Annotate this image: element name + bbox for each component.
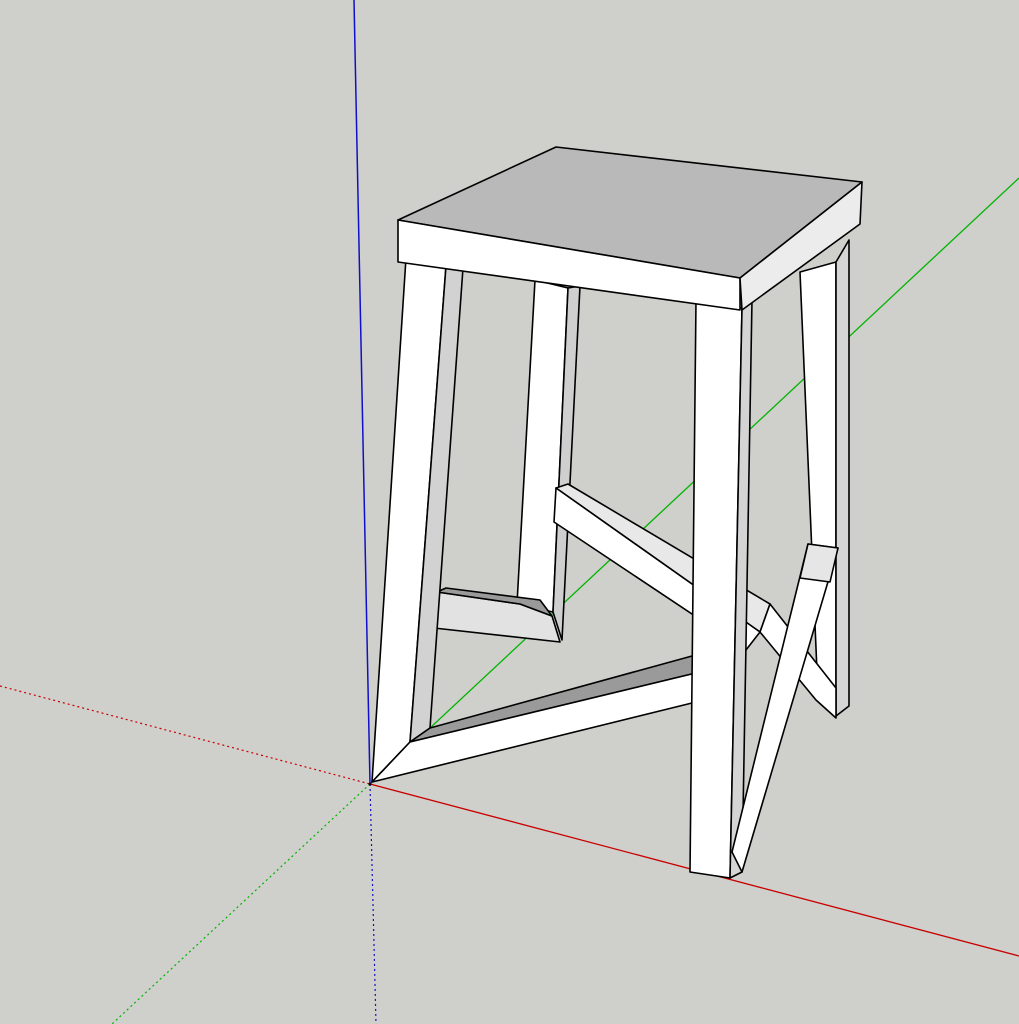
- seat[interactable]: [397, 146, 863, 311]
- blue-axis-negative: [369, 783, 377, 1024]
- 3d-scene[interactable]: [0, 0, 1019, 1024]
- modeling-viewport[interactable]: [0, 0, 1019, 1024]
- leg-front-right[interactable]: [689, 299, 753, 879]
- blue-axis: [353, 0, 371, 785]
- leg-back-left[interactable]: [516, 279, 581, 641]
- origin-point: [368, 782, 372, 786]
- red-axis-negative: [0, 685, 371, 785]
- leg-front-left[interactable]: [371, 257, 464, 783]
- green-axis-negative: [111, 783, 371, 1024]
